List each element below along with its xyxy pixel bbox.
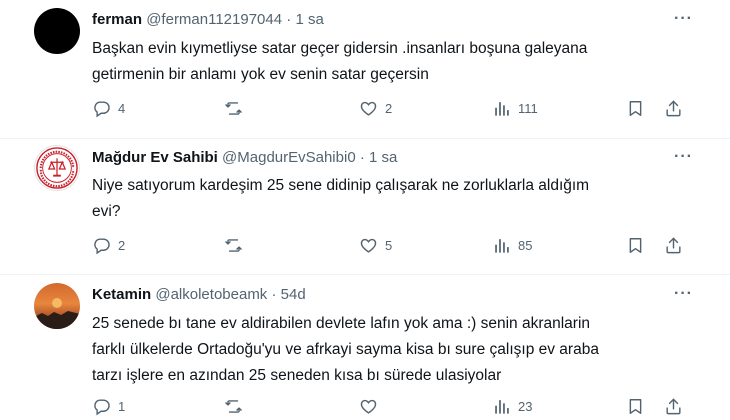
author-handle[interactable]: @alkoletobeamk [155,286,267,303]
avatar[interactable] [34,283,80,329]
bookmark-icon [629,101,642,116]
more-options-icon[interactable]: ··· [674,10,693,28]
heart-icon [360,101,377,116]
retweet-button[interactable] [224,99,250,118]
views-count: 85 [518,238,533,253]
tweet-text-line: evi? [92,203,121,220]
separator-dot: · [271,286,277,303]
tweet-header: Ketamin @alkoletobeamk · 54d [92,286,306,303]
tweet-2[interactable]: Mağdur Ev Sahibi @MagdurEvSahibi0 · 1 sa… [0,139,730,274]
avatar[interactable] [34,8,80,54]
tweet-text-line: tarzı işlere en azından 25 seneden kısa … [92,367,502,384]
bookmark-button[interactable] [626,397,645,416]
separator-dot: · [359,149,365,166]
tweet-header: ferman @ferman112197044 · 1 sa [92,11,324,28]
reply-icon [94,238,110,255]
seal-logo [36,147,78,189]
reply-button[interactable]: 2 [92,236,125,255]
views-icon [495,400,509,414]
timestamp[interactable]: 54d [281,286,306,303]
tweet-text-line: getirmenin bir anlamı yok ev senin satar… [92,66,429,83]
share-icon [666,398,681,415]
bookmark-button[interactable] [626,236,645,255]
more-options-icon[interactable]: ··· [674,148,693,166]
like-button[interactable]: 5 [359,236,392,255]
views-icon [495,239,509,253]
more-options-icon[interactable]: ··· [674,285,693,303]
bookmark-icon [629,238,642,253]
views-button[interactable]: 111 [492,99,538,118]
views-count: 111 [518,101,538,116]
share-button[interactable] [664,236,683,255]
author-handle[interactable]: @MagdurEvSahibi0 [222,149,356,166]
tweet-text-line: farklı ülkelerde Ortadoğu'yu ve afrkayi … [92,341,599,358]
tweet-text-line: Niye satıyorum kardeşim 25 sene didinip … [92,177,590,194]
timestamp[interactable]: 1 sa [369,149,397,166]
author-name[interactable]: ferman [92,11,142,28]
reply-count: 1 [118,399,126,414]
reply-button[interactable]: 1 [92,397,125,416]
bookmark-button[interactable] [626,99,645,118]
separator-dot: · [286,11,292,28]
views-button[interactable]: 85 [492,236,532,255]
reply-count: 2 [118,238,126,253]
author-name[interactable]: Mağdur Ev Sahibi [92,149,218,166]
author-name[interactable]: Ketamin [92,286,151,303]
share-icon [666,237,681,254]
views-icon [495,102,509,116]
tweet-text-line: 25 senede bı tane ev aldirabilen devlete… [92,315,591,332]
tweet-text: 25 senede bı tane ev aldirabilen devlete… [92,311,692,389]
heart-icon [360,238,377,253]
heart-icon [360,399,377,414]
author-handle[interactable]: @ferman112197044 [146,11,282,28]
like-button[interactable] [359,397,385,416]
tweet-text: Başkan evin kıymetliyse satar geçer gide… [92,36,692,88]
like-count: 2 [385,101,393,116]
tweet-header: Mağdur Ev Sahibi @MagdurEvSahibi0 · 1 sa [92,149,397,166]
sunset-photo [34,298,80,329]
reply-icon [94,399,110,416]
views-button[interactable]: 23 [492,397,532,416]
share-button[interactable] [664,99,683,118]
retweet-icon [225,400,242,413]
avatar[interactable] [34,145,80,191]
retweet-button[interactable] [224,397,250,416]
like-count: 5 [385,238,393,253]
reply-button[interactable]: 4 [92,99,125,118]
reply-icon [94,101,110,118]
tweet-text-line: Başkan evin kıymetliyse satar geçer gide… [92,40,588,57]
views-count: 23 [518,399,533,414]
bookmark-icon [629,399,642,414]
tweet-text: Niye satıyorum kardeşim 25 sene didinip … [92,173,692,225]
share-button[interactable] [664,397,683,416]
reply-count: 4 [118,101,126,116]
retweet-icon [225,239,242,252]
timestamp[interactable]: 1 sa [295,11,323,28]
like-button[interactable]: 2 [359,99,392,118]
share-icon [666,100,681,117]
retweet-button[interactable] [224,236,250,255]
tweet-3[interactable]: Ketamin @alkoletobeamk · 54d ··· 25 sene… [0,275,730,420]
tweet-1[interactable]: ferman @ferman112197044 · 1 sa ··· Başka… [0,0,730,138]
retweet-icon [225,102,242,115]
